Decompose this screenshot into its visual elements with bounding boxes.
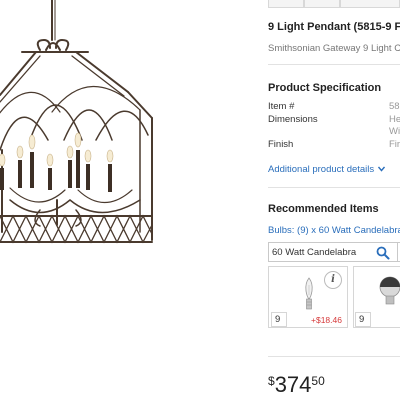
product-image (0, 0, 153, 244)
spec-label-item: Item # (268, 101, 295, 112)
spec-value-item: 58 (389, 101, 400, 112)
spec-value-dimensions-2: Wi (389, 126, 400, 137)
tab[interactable] (268, 0, 304, 8)
additional-details-label: Additional product details (268, 164, 375, 175)
search-icon[interactable] (376, 246, 390, 260)
recommended-heading: Recommended Items (268, 203, 379, 215)
additional-details-link[interactable]: Additional product details (268, 164, 385, 175)
globe-bulb-image (379, 276, 400, 305)
bulbs-label[interactable]: Bulbs: (9) x 60 Watt Candelabra (268, 225, 400, 236)
spec-label-finish: Finish (268, 139, 294, 150)
product-title: 9 Light Pendant (5815-9 FB (268, 21, 400, 33)
divider (268, 356, 400, 357)
product-subtitle: Smithsonian Gateway 9 Light Ch (268, 43, 400, 54)
spec-value-finish: Fir (389, 139, 400, 150)
spec-value-dimensions: He (389, 114, 400, 125)
spec-heading: Product Specification (268, 82, 382, 94)
quantity-input[interactable]: 9 (271, 312, 287, 327)
candelabra-bulb-image (305, 277, 313, 310)
bulb-search (268, 242, 398, 262)
price-cents: 50 (311, 374, 325, 388)
product-price: $37450 (268, 372, 325, 398)
info-icon[interactable]: i (324, 271, 342, 289)
tab[interactable] (340, 0, 400, 8)
image-tabs (268, 0, 400, 8)
divider (268, 64, 400, 65)
item-price: +$18.46 (311, 315, 342, 325)
chevron-down-icon (377, 167, 385, 173)
spec-label-dimensions: Dimensions (268, 114, 318, 125)
quantity-input[interactable]: 9 (355, 312, 371, 327)
tab[interactable] (304, 0, 340, 8)
price-currency: $ (268, 374, 275, 388)
bulb-search-input[interactable] (272, 245, 372, 259)
price-dollars: 374 (274, 372, 312, 397)
divider (268, 187, 400, 188)
